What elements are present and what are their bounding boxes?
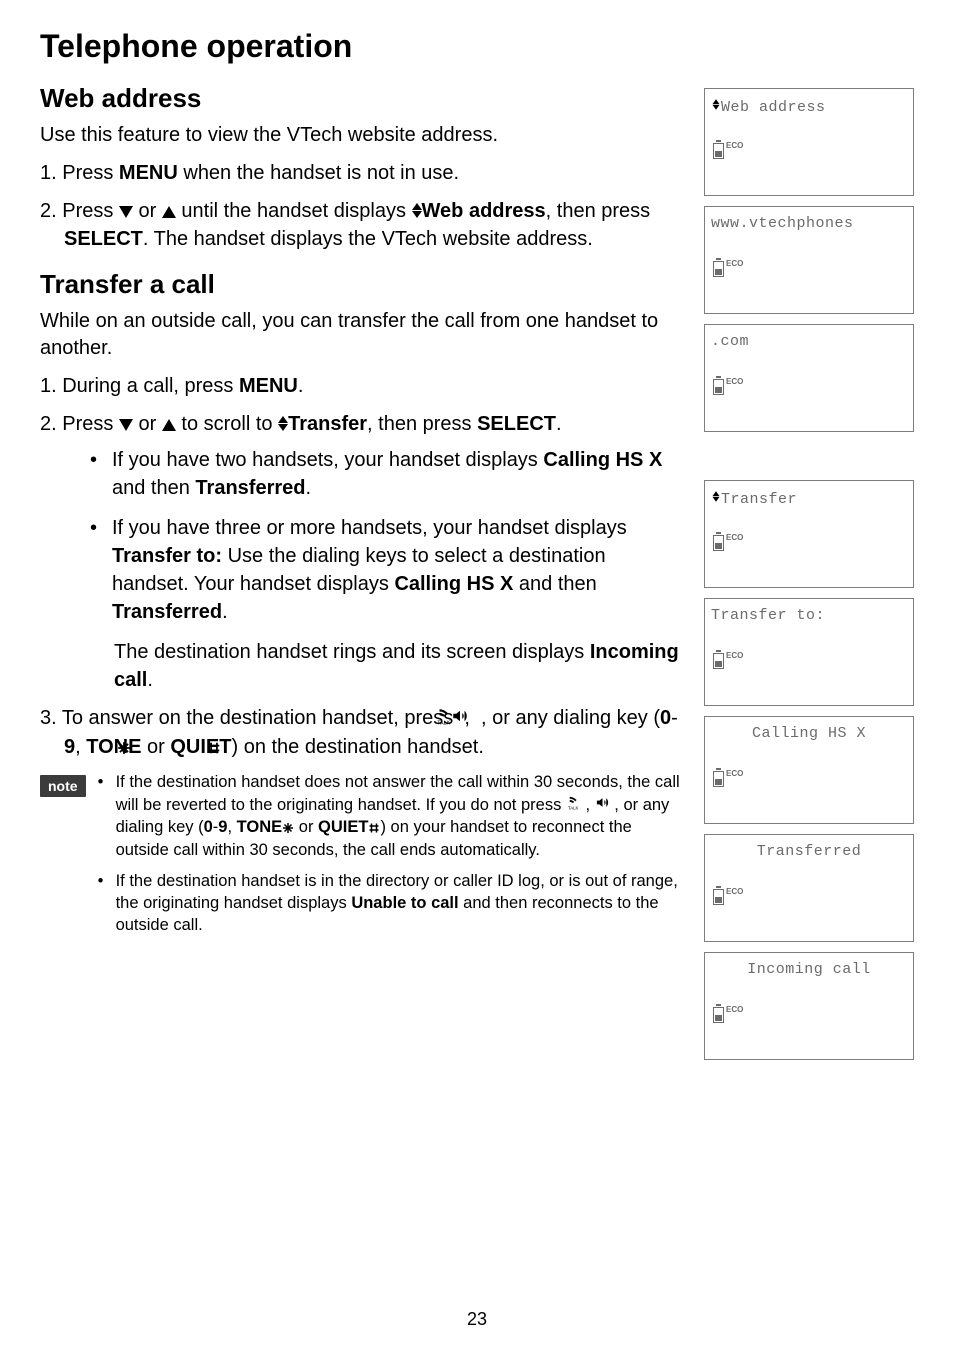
intro-web-address: Use this feature to view the VTech websi… [40, 122, 680, 149]
t-subtext: The destination handset rings and its sc… [114, 638, 680, 694]
battery-icon [713, 535, 724, 551]
updown-arrow-icon [412, 203, 422, 218]
t-step3: 3. To answer on the destination handset,… [40, 704, 680, 761]
battery-icon [713, 379, 724, 395]
t-bullet1: If you have two handsets, your handset d… [90, 446, 680, 502]
note-badge: note [40, 775, 86, 797]
note-2: If the destination handset is in the dir… [98, 870, 680, 937]
speaker-icon [595, 794, 610, 816]
svg-text:TALK: TALK [437, 720, 450, 725]
t-bullet2: If you have three or more handsets, your… [90, 514, 680, 626]
star-icon [282, 817, 294, 839]
hash-icon [368, 817, 380, 839]
up-arrow-icon [162, 419, 176, 431]
battery-icon [713, 889, 724, 905]
lcd-screen: Web address ECO [704, 88, 914, 196]
lcd-screen: Incoming call ECO [704, 952, 914, 1060]
battery-icon [713, 261, 724, 277]
battery-icon [713, 143, 724, 159]
heading-transfer-call: Transfer a call [40, 269, 680, 300]
lcd-screen: Transferred ECO [704, 834, 914, 942]
lcd-screen: Transfer to: ECO [704, 598, 914, 706]
step1: 1. Press MENU when the handset is not in… [40, 159, 680, 187]
up-arrow-icon [162, 206, 176, 218]
note-1: If the destination handset does not answ… [98, 771, 680, 861]
battery-icon [713, 771, 724, 787]
intro-transfer-call: While on an outside call, you can transf… [40, 308, 680, 362]
t-step2: 2. Press or to scroll to Transfer, then … [40, 410, 680, 694]
step2: 2. Press or until the handset displays W… [40, 197, 680, 253]
down-arrow-icon [119, 206, 133, 218]
lcd-screen: .com ECO [704, 324, 914, 432]
heading-web-address: Web address [40, 83, 680, 114]
battery-icon [713, 653, 724, 669]
svg-text:TALK: TALK [568, 806, 579, 811]
down-arrow-icon [119, 419, 133, 431]
updown-arrow-icon [713, 99, 720, 110]
lcd-screen: Transfer ECO [704, 480, 914, 588]
lcd-screen: www.vtechphones ECO [704, 206, 914, 314]
battery-icon [713, 1007, 724, 1023]
page-title: Telephone operation [40, 28, 680, 65]
t-step1: 1. During a call, press MENU. [40, 372, 680, 400]
talk-icon: TALK [566, 794, 581, 816]
page-number: 23 [0, 1309, 954, 1330]
updown-arrow-icon [713, 491, 720, 502]
lcd-screen: Calling HS X ECO [704, 716, 914, 824]
updown-arrow-icon [278, 416, 288, 431]
